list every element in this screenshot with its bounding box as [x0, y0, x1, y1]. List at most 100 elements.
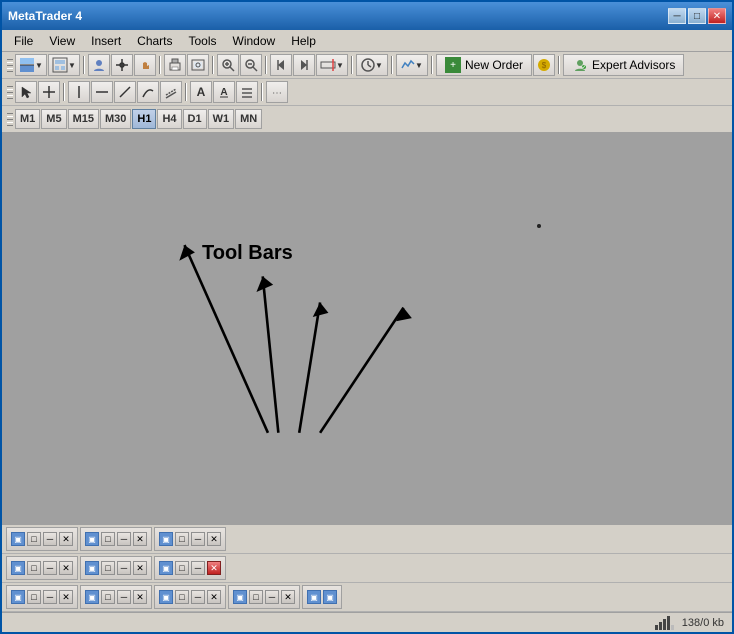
more-tools-button[interactable] — [236, 81, 258, 103]
hline-button[interactable] — [91, 81, 113, 103]
tf-m5[interactable]: M5 — [41, 109, 66, 129]
freehand-button[interactable] — [137, 81, 159, 103]
expert-advisors-button[interactable]: ✓ Expert Advisors — [563, 54, 684, 76]
panel-tab-10[interactable]: ▣ □ ─ ✕ — [228, 585, 300, 609]
panel-close-btn[interactable]: ✕ — [59, 561, 73, 575]
tf-d1[interactable]: D1 — [183, 109, 207, 129]
chart-shift-button[interactable]: ▼ — [316, 54, 348, 76]
panel-min-btn[interactable]: ─ — [43, 532, 57, 546]
panel-restore-btn[interactable]: □ — [249, 590, 263, 604]
panel-min-btn[interactable]: ─ — [43, 590, 57, 604]
panel-tab-3[interactable]: ▣ □ ─ ✕ — [154, 527, 226, 551]
more-button[interactable]: ⋯ — [266, 81, 288, 103]
text-button[interactable]: A — [190, 81, 212, 103]
panel-tab-8[interactable]: ▣ □ ─ ✕ — [80, 585, 152, 609]
panel-restore-btn[interactable]: □ — [27, 590, 41, 604]
panel-restore-btn[interactable]: □ — [101, 590, 115, 604]
gold-icon-button[interactable]: $ — [533, 54, 555, 76]
panel-tab-9[interactable]: ▣ □ ─ ✕ — [154, 585, 226, 609]
panel-close-btn[interactable]: ✕ — [207, 590, 221, 604]
panel-close-btn[interactable]: ✕ — [281, 590, 295, 604]
new-chart-button[interactable]: ▼ — [15, 54, 47, 76]
tf-mn[interactable]: MN — [235, 109, 262, 129]
bottom-panels: ▣ □ ─ ✕ ▣ □ ─ ✕ ▣ □ ─ ✕ ▣ □ ─ — [2, 523, 732, 612]
channel-button[interactable] — [160, 81, 182, 103]
close-button[interactable]: ✕ — [708, 8, 726, 24]
vline-button[interactable] — [68, 81, 90, 103]
toolbar-grip-1[interactable] — [6, 57, 14, 74]
templates-button[interactable]: ▼ — [48, 54, 80, 76]
zoom-out-button[interactable] — [240, 54, 262, 76]
panel-tab-4[interactable]: ▣ □ ─ ✕ — [6, 556, 78, 580]
tf-m15[interactable]: M15 — [68, 109, 99, 129]
scroll-right-button[interactable] — [293, 54, 315, 76]
new-order-button[interactable]: + New Order — [436, 54, 532, 76]
panel-tab-6[interactable]: ▣ □ ─ ✕ — [154, 556, 226, 580]
svg-text:⋯: ⋯ — [272, 88, 282, 99]
panel-tab-1[interactable]: ▣ □ ─ ✕ — [6, 527, 78, 551]
panel-min-btn[interactable]: ─ — [191, 532, 205, 546]
panel-close-red-btn[interactable]: ✕ — [207, 561, 221, 575]
profiles-button[interactable] — [88, 54, 110, 76]
tf-m30[interactable]: M30 — [100, 109, 131, 129]
toolbar-separator-6 — [391, 56, 393, 74]
menu-charts[interactable]: Charts — [129, 32, 180, 50]
panel-min-btn[interactable]: ─ — [265, 590, 279, 604]
signal-bar-5 — [671, 625, 674, 630]
panel-restore-btn[interactable]: □ — [175, 561, 189, 575]
panel-close-btn[interactable]: ✕ — [133, 561, 147, 575]
finger-button[interactable] — [134, 54, 156, 76]
panel-close-btn[interactable]: ✕ — [59, 590, 73, 604]
panel-min-btn[interactable]: ─ — [191, 590, 205, 604]
panel-restore-btn[interactable]: □ — [27, 561, 41, 575]
panel-min-btn[interactable]: ─ — [43, 561, 57, 575]
crosshair-tool-button[interactable] — [38, 81, 60, 103]
panel-icon: ▣ — [159, 590, 173, 604]
panel-restore-btn[interactable]: □ — [101, 532, 115, 546]
panel-restore-btn[interactable]: □ — [175, 532, 189, 546]
panel-restore-btn[interactable]: □ — [27, 532, 41, 546]
panel-min-btn[interactable]: ─ — [117, 561, 131, 575]
trendline-button[interactable] — [114, 81, 136, 103]
panel-min-btn[interactable]: ─ — [191, 561, 205, 575]
menu-view[interactable]: View — [41, 32, 83, 50]
clock-button[interactable]: ▼ — [356, 54, 388, 76]
menu-insert[interactable]: Insert — [83, 32, 129, 50]
panel-close-btn[interactable]: ✕ — [133, 590, 147, 604]
panel-tab-7[interactable]: ▣ □ ─ ✕ — [6, 585, 78, 609]
tf-m1[interactable]: M1 — [15, 109, 40, 129]
panel-close-btn[interactable]: ✕ — [207, 532, 221, 546]
print-preview-button[interactable] — [187, 54, 209, 76]
panel-min-btn[interactable]: ─ — [117, 532, 131, 546]
panel-restore-btn[interactable]: □ — [101, 561, 115, 575]
tf-w1[interactable]: W1 — [208, 109, 235, 129]
menu-window[interactable]: Window — [225, 32, 284, 50]
panel-min-btn[interactable]: ─ — [117, 590, 131, 604]
panel-restore-btn[interactable]: □ — [175, 590, 189, 604]
signal-bar-2 — [659, 622, 662, 630]
menu-tools[interactable]: Tools — [181, 32, 225, 50]
menu-help[interactable]: Help — [283, 32, 324, 50]
panel-icon: ▣ — [85, 532, 99, 546]
toolbar-grip-2[interactable] — [6, 84, 14, 101]
minimize-button[interactable]: ─ — [668, 8, 686, 24]
main-window: MetaTrader 4 ─ □ ✕ File View Insert Char… — [0, 0, 734, 634]
scroll-left-button[interactable] — [270, 54, 292, 76]
panel-close-btn[interactable]: ✕ — [59, 532, 73, 546]
tf-h4[interactable]: H4 — [157, 109, 181, 129]
crosshair-button[interactable] — [111, 54, 133, 76]
toolbar-grip-3[interactable] — [6, 111, 14, 128]
label-button[interactable]: A — [213, 81, 235, 103]
panel-tab-2[interactable]: ▣ □ ─ ✕ — [80, 527, 152, 551]
print-button[interactable] — [164, 54, 186, 76]
panel-tab-5[interactable]: ▣ □ ─ ✕ — [80, 556, 152, 580]
cursor-tool-button[interactable] — [15, 81, 37, 103]
panel-tab-11[interactable]: ▣ ▣ — [302, 585, 342, 609]
panel-close-btn[interactable]: ✕ — [133, 532, 147, 546]
svg-text:A: A — [220, 87, 227, 98]
indicators-button[interactable]: ▼ — [396, 54, 428, 76]
tf-h1[interactable]: H1 — [132, 109, 156, 129]
maximize-button[interactable]: □ — [688, 8, 706, 24]
menu-file[interactable]: File — [6, 32, 41, 50]
zoom-in-button[interactable] — [217, 54, 239, 76]
